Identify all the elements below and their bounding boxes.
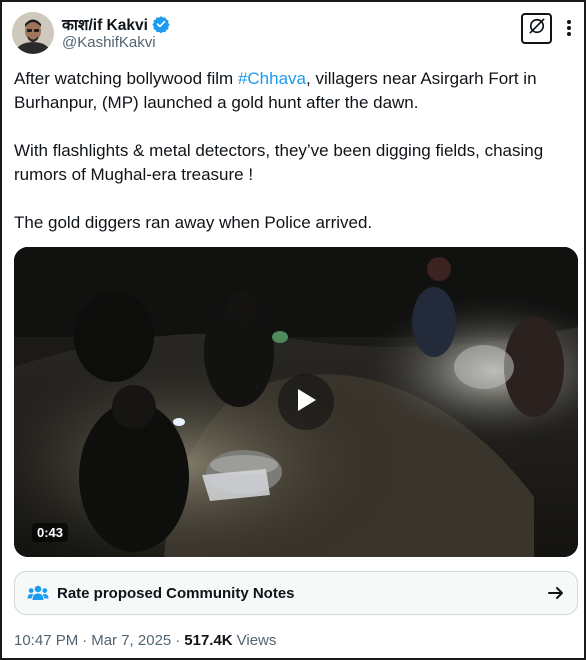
tweet-paragraph-1: After watching bollywood film #Chhava, v…	[14, 67, 578, 115]
tweet-time[interactable]: 10:47 PM	[14, 632, 78, 649]
views-count[interactable]: 517.4K	[184, 632, 232, 649]
handle[interactable]: @KashifKakvi	[62, 34, 156, 51]
tweet-meta: 10:47 PM · Mar 7, 2025 · 517.4K Views	[14, 632, 276, 649]
play-button[interactable]	[278, 374, 334, 430]
community-notes-button[interactable]: Rate proposed Community Notes	[14, 571, 578, 615]
community-notes-label: Rate proposed Community Notes	[57, 584, 295, 602]
avatar[interactable]	[12, 12, 54, 54]
name-row: काश/if Kakvi	[62, 13, 170, 35]
meta-separator: ·	[82, 632, 88, 649]
views-label: Views	[236, 632, 277, 649]
community-notes-icon	[27, 584, 49, 602]
verified-badge-icon	[152, 15, 170, 34]
hashtag-link[interactable]: #Chhava	[238, 69, 306, 88]
tweet-text: After watching bollywood film #Chhava, v…	[14, 67, 578, 259]
more-icon[interactable]	[560, 18, 578, 38]
arrow-right-icon	[547, 584, 565, 602]
tweet-card: काश/if Kakvi @KashifKakvi After watching…	[0, 0, 586, 660]
video-player[interactable]: 0:43	[14, 247, 578, 557]
meta-separator: ·	[175, 632, 181, 649]
play-icon	[294, 387, 318, 418]
grok-icon	[527, 16, 547, 41]
text-segment: After watching bollywood film	[14, 69, 238, 88]
tweet-paragraph-3: The gold diggers ran away when Police ar…	[14, 213, 373, 232]
grok-button[interactable]	[521, 13, 552, 44]
video-duration: 0:43	[32, 523, 69, 542]
tweet-date[interactable]: Mar 7, 2025	[91, 632, 171, 649]
display-name[interactable]: काश/if Kakvi	[62, 13, 148, 35]
tweet-paragraph-2: With flashlights & metal detectors, they…	[14, 141, 544, 184]
